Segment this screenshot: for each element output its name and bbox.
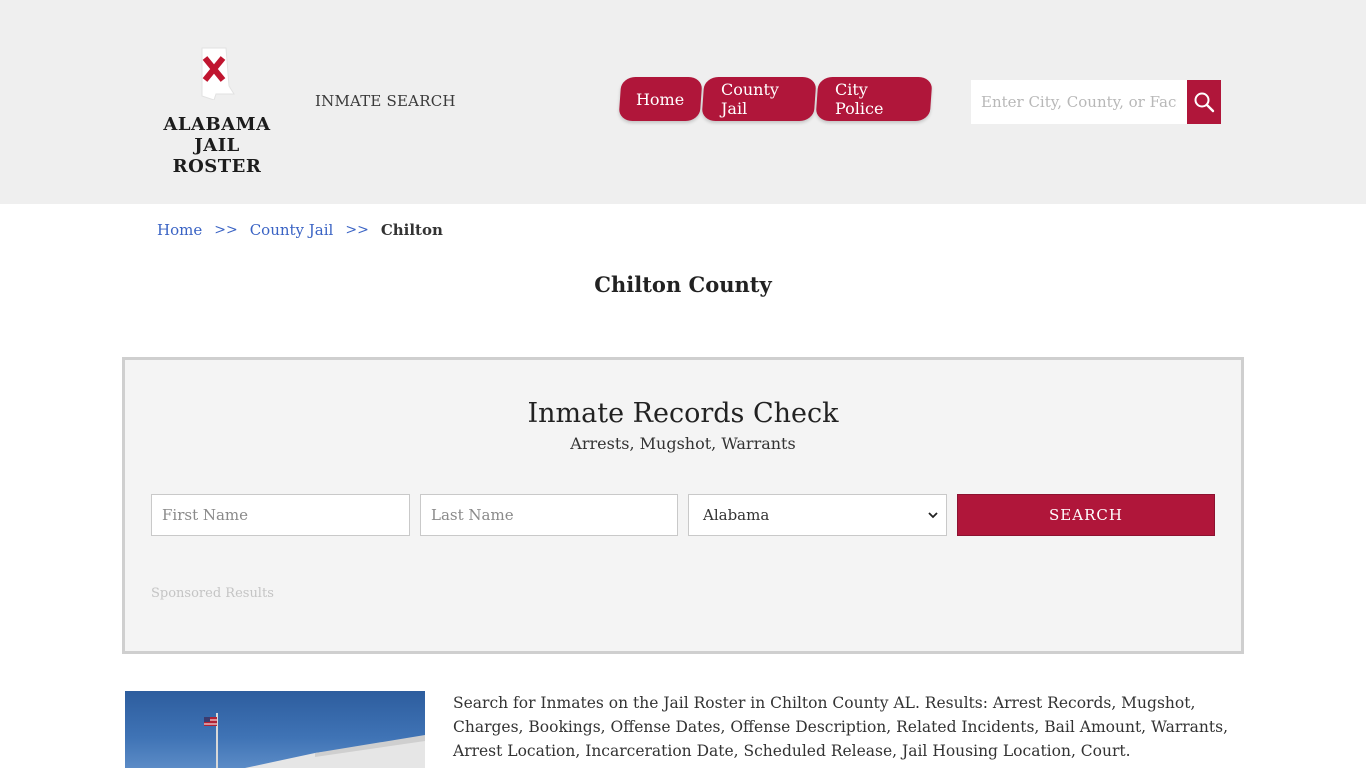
site-logo[interactable]: ALABAMA JAIL ROSTER [152,44,282,177]
breadcrumb-county-jail[interactable]: County Jail [250,221,334,239]
header-search-button[interactable] [1187,80,1221,124]
sponsored-results-label: Sponsored Results [151,586,274,601]
nav-home-tab[interactable]: Home [618,77,703,121]
inmate-records-check-panel: Inmate Records Check Arrests, Mugshot, W… [122,357,1244,654]
inmate-search-link[interactable]: INMATE SEARCH [315,92,456,110]
state-select-value: Alabama [703,506,770,524]
first-name-input[interactable] [151,494,410,536]
page-title: Chilton County [594,272,772,297]
alabama-flag-icon [201,47,235,100]
search-icon [1194,92,1215,113]
last-name-input[interactable] [420,494,678,536]
brand-line-2: JAIL ROSTER [172,135,262,177]
records-check-subtitle: Arrests, Mugshot, Warrants [570,434,796,453]
nav-county-jail-tab[interactable]: County Jail [701,77,817,121]
breadcrumb-separator: >> [214,222,238,238]
breadcrumb-home[interactable]: Home [157,221,202,239]
records-check-title: Inmate Records Check [527,398,839,429]
site-header: ALABAMA JAIL ROSTER INMATE SEARCH Home C… [0,0,1366,204]
records-search-button[interactable]: SEARCH [957,494,1215,536]
building-illustration [204,713,425,768]
chevron-down-icon [928,512,938,519]
nav-city-police-tab[interactable]: City Police [815,77,933,121]
breadcrumb-separator: >> [345,222,369,238]
header-search [971,80,1221,124]
nav-city-police-label: City Police [835,80,884,118]
nav-county-jail-label: County Jail [721,80,779,118]
main-nav: Home County Jail City Police [618,77,933,121]
brand-line-1: ALABAMA [163,114,271,135]
state-select[interactable]: Alabama [688,494,947,536]
header-search-input[interactable] [971,80,1187,124]
jail-building-photo [125,691,425,768]
breadcrumb-current: Chilton [380,221,443,239]
nav-home-label: Home [636,89,685,109]
county-description: Search for Inmates on the Jail Roster in… [453,694,1228,760]
breadcrumb: Home >> County Jail >> Chilton [157,221,443,239]
